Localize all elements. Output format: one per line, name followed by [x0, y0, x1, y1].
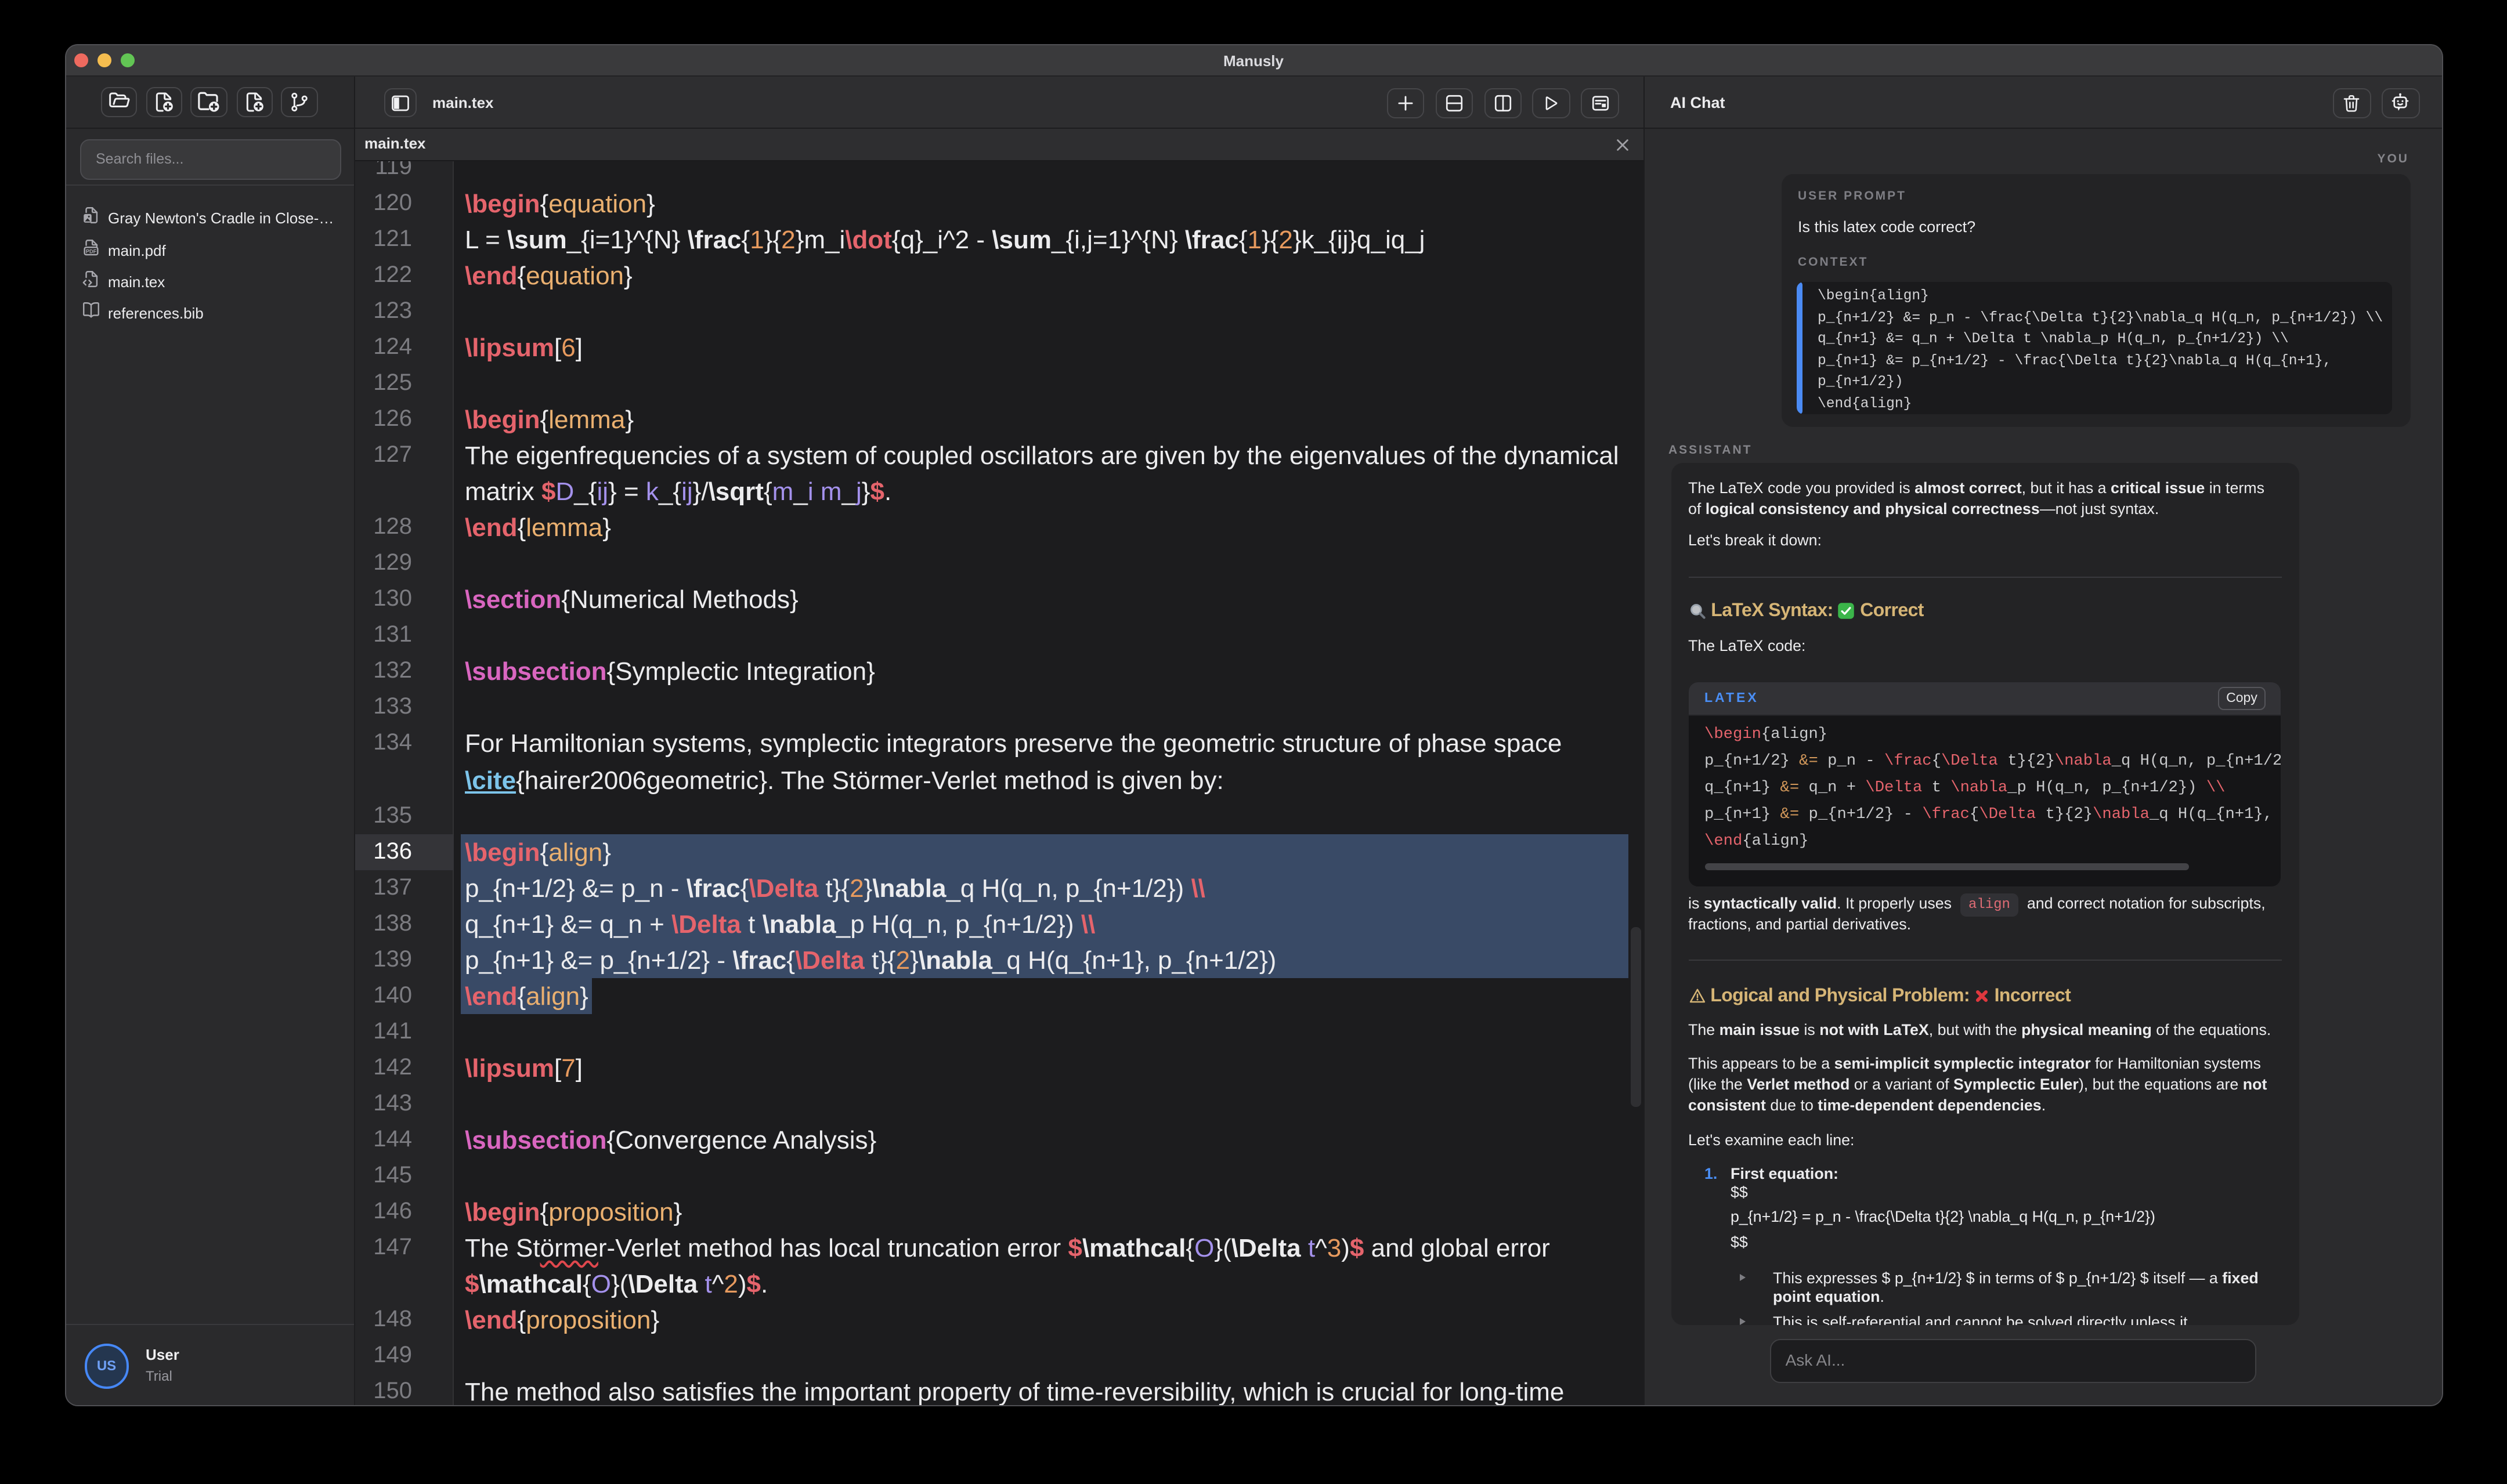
- svg-text:PDF: PDF: [86, 248, 97, 254]
